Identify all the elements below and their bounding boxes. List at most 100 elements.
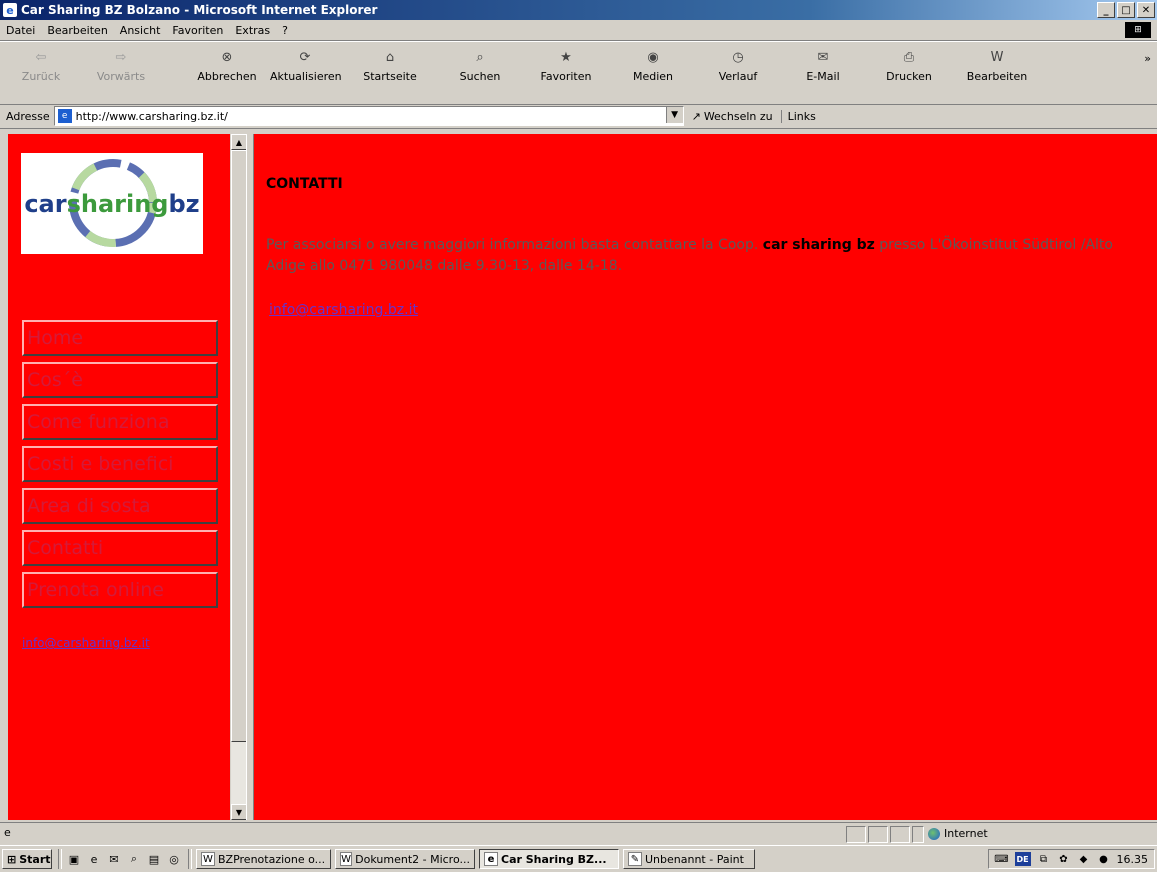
nav-prenota-online[interactable]: Prenota online [22, 572, 218, 608]
edit-button[interactable]: W Bearbeiten [962, 48, 1032, 84]
menu-datei[interactable]: Datei [0, 24, 41, 37]
status-bar: e Internet [0, 822, 1157, 843]
windows-logo-icon: ⊞ [1125, 22, 1151, 38]
ie-quicklaunch-icon[interactable]: e [86, 851, 102, 867]
contact-email-link[interactable]: info@carsharing.bz.it [269, 302, 418, 318]
volume-icon[interactable]: ◆ [1077, 852, 1091, 866]
stop-button[interactable]: ⊗ Abbrechen [192, 48, 262, 84]
title-bar: e Car Sharing BZ Bolzano - Microsoft Int… [0, 0, 1157, 20]
mail-button[interactable]: ✉ E-Mail [788, 48, 858, 84]
task-bzprenotazione[interactable]: W BZPrenotazione o... [196, 849, 331, 869]
word-doc-icon: W [340, 852, 353, 866]
sidebar-email-link[interactable]: info@carsharing.bz.it [22, 636, 150, 650]
scroll-thumb[interactable] [231, 150, 247, 742]
minimize-button[interactable]: _ [1097, 2, 1115, 18]
address-input[interactable]: e http://www.carsharing.bz.it/ ▼ [53, 106, 684, 126]
menu-bar: Datei Bearbeiten Ansicht Favoriten Extra… [0, 20, 1157, 41]
word-edit-icon: W [990, 49, 1004, 65]
media-button[interactable]: ◉ Medien [618, 48, 688, 84]
refresh-button[interactable]: ⟳ Aktualisieren [270, 48, 342, 84]
menu-ansicht[interactable]: Ansicht [114, 24, 167, 37]
search-quicklaunch-icon[interactable]: ⌕ [126, 851, 142, 867]
contact-paragraph: Per associarsi o avere maggiori informaz… [266, 237, 1113, 274]
back-arrow-icon: ⇦ [35, 49, 47, 65]
address-dropdown-icon[interactable]: ▼ [665, 107, 683, 123]
system-tray: ⌨ DE ⧉ ✿ ◆ ● 16.35 [987, 849, 1155, 869]
close-button[interactable]: ✕ [1137, 2, 1155, 18]
page-title: CONTATTI [266, 176, 343, 192]
forward-button[interactable]: ⇨ Vorwärts [86, 48, 156, 84]
menu-help[interactable]: ? [276, 24, 294, 37]
network-icon[interactable]: ⧉ [1037, 852, 1051, 866]
menu-favoriten[interactable]: Favoriten [166, 24, 229, 37]
nav-home[interactable]: Home [22, 320, 218, 356]
address-bar: Adresse e http://www.carsharing.bz.it/ ▼… [0, 104, 1157, 129]
menu-extras[interactable]: Extras [229, 24, 276, 37]
toolbar-overflow-icon[interactable]: » [1144, 52, 1151, 65]
nav-cose[interactable]: Cos´è [22, 362, 218, 398]
scroll-up-icon[interactable]: ▲ [231, 134, 247, 150]
explorer-icon[interactable]: ▤ [146, 851, 162, 867]
scroll-down-icon[interactable]: ▼ [231, 804, 247, 820]
page-icon: e [57, 109, 72, 123]
windows-flag-icon: ⊞ [7, 852, 17, 866]
task-dokument2[interactable]: W Dokument2 - Micro... [335, 849, 475, 869]
refresh-icon: ⟳ [299, 49, 311, 65]
address-label: Adresse [6, 109, 50, 123]
frame-divider[interactable] [246, 134, 254, 820]
main-frame: CONTATTI Per associarsi o avere maggiori… [254, 134, 1157, 820]
print-icon: ⎙ [903, 49, 915, 65]
page-viewport: carsharingbz Home Cos´è Come funziona Co… [8, 134, 1157, 820]
globe-icon [928, 827, 940, 840]
security-zone: Internet [928, 826, 988, 841]
history-button[interactable]: ◷ Verlauf [703, 48, 773, 84]
taskbar: ⊞ Start ▣ e ✉ ⌕ ▤ ◎ W BZPrenotazione o... … [0, 845, 1157, 872]
forward-arrow-icon: ⇨ [115, 49, 127, 65]
ie-icon: e [3, 3, 17, 17]
favorites-icon: ★ [560, 49, 572, 65]
ie-task-icon: e [484, 852, 498, 866]
carsharing-logo: carsharingbz [21, 153, 203, 254]
left-frame: carsharingbz Home Cos´è Come funziona Co… [8, 134, 254, 820]
tray-app-icon[interactable]: ✿ [1057, 852, 1071, 866]
window-title: Car Sharing BZ Bolzano - Microsoft Inter… [21, 3, 378, 17]
desktop-icon[interactable]: ▣ [66, 851, 82, 867]
nav-contatti[interactable]: Contatti [22, 530, 218, 566]
left-frame-scrollbar[interactable]: ▲ ▼ [230, 134, 247, 820]
logo-text: carsharingbz [24, 189, 200, 218]
go-arrow-icon: ↗ [691, 109, 701, 123]
stop-icon: ⊗ [221, 49, 233, 65]
nav-menu: Home Cos´è Come funziona Costi e benefic… [22, 320, 218, 614]
word-doc-icon: W [201, 852, 215, 866]
print-button[interactable]: ⎙ Drucken [874, 48, 944, 84]
back-button[interactable]: ⇦ Zurück [6, 48, 76, 84]
paint-icon: ✎ [628, 852, 642, 866]
home-icon: ⌂ [385, 49, 395, 65]
status-page-icon: e [4, 826, 11, 839]
toolbar: ⇦ Zurück ⇨ Vorwärts ⊗ Abbrechen ⟳ Aktualisie… [0, 41, 1157, 105]
nav-area-di-sosta[interactable]: Area di sosta [22, 488, 218, 524]
ime-icon[interactable]: ⌨ [994, 852, 1008, 866]
outlook-icon[interactable]: ✉ [106, 851, 122, 867]
search-icon: ⌕ [476, 49, 484, 65]
media-quicklaunch-icon[interactable]: ◎ [166, 851, 182, 867]
menu-bearbeiten[interactable]: Bearbeiten [41, 24, 113, 37]
start-button[interactable]: ⊞ Start [2, 849, 52, 869]
task-car-sharing[interactable]: e Car Sharing BZ... [479, 849, 619, 869]
language-icon[interactable]: DE [1014, 852, 1031, 866]
search-button[interactable]: ⌕ Suchen [445, 48, 515, 84]
clock: 16.35 [1116, 852, 1149, 866]
media-icon: ◉ [647, 49, 659, 65]
maximize-button[interactable]: □ [1117, 2, 1135, 18]
history-icon: ◷ [732, 49, 744, 65]
address-url: http://www.carsharing.bz.it/ [75, 109, 228, 123]
task-paint[interactable]: ✎ Unbenannt - Paint [623, 849, 755, 869]
links-button[interactable]: Links [780, 109, 816, 123]
mail-icon: ✉ [817, 49, 829, 65]
nav-costi-e-benefici[interactable]: Costi e benefici [22, 446, 218, 482]
antivirus-icon[interactable]: ● [1097, 852, 1111, 866]
go-button[interactable]: ↗ Wechseln zu [692, 110, 773, 123]
nav-come-funziona[interactable]: Come funziona [22, 404, 218, 440]
home-button[interactable]: ⌂ Startseite [355, 48, 425, 84]
favorites-button[interactable]: ★ Favoriten [531, 48, 601, 84]
